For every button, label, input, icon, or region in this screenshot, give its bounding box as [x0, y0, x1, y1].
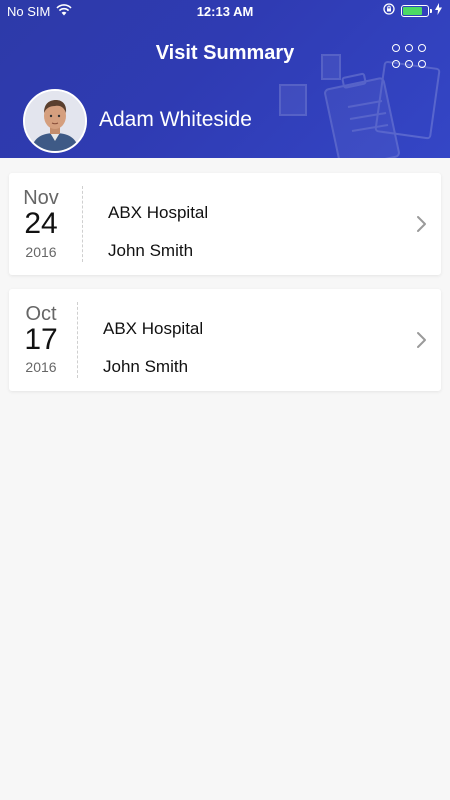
grid-dot [405, 44, 413, 52]
rotation-lock-icon [383, 3, 395, 18]
user-name: Adam Whiteside [99, 108, 252, 131]
grid-dot [418, 60, 426, 68]
visit-card[interactable]: Oct 17 2016 ABX Hospital John Smith [9, 289, 441, 391]
visit-hospital: ABX Hospital [108, 203, 209, 222]
visit-doctor: John Smith [103, 357, 189, 376]
page-title: Visit Summary [155, 42, 295, 64]
visit-card[interactable]: Nov 24 2016 ABX Hospital John Smith [9, 173, 441, 275]
grid-dot [418, 44, 426, 52]
grid-dot [392, 60, 400, 68]
date-divider [77, 302, 78, 378]
visit-day: 24 [24, 207, 58, 240]
charging-icon [435, 3, 442, 18]
chevron-right-icon [417, 332, 426, 348]
visit-hospital: ABX Hospital [103, 319, 204, 338]
chevron-right-icon [417, 216, 426, 232]
visit-year: 2016 [25, 244, 57, 260]
visit-doctor: John Smith [108, 241, 194, 260]
visit-day: 17 [24, 323, 58, 356]
grid-dot [405, 60, 413, 68]
grid-dots-icon [392, 44, 400, 52]
menu-button[interactable] [392, 44, 428, 72]
profile-photo [25, 91, 85, 151]
avatar[interactable] [23, 89, 87, 153]
battery-icon [401, 4, 432, 17]
visit-year: 2016 [25, 359, 57, 375]
status-bar: No SIM 12:13 AM [0, 0, 450, 22]
header: No SIM 12:13 AM Visit Summary Adam White… [0, 0, 450, 158]
date-divider [82, 186, 83, 262]
